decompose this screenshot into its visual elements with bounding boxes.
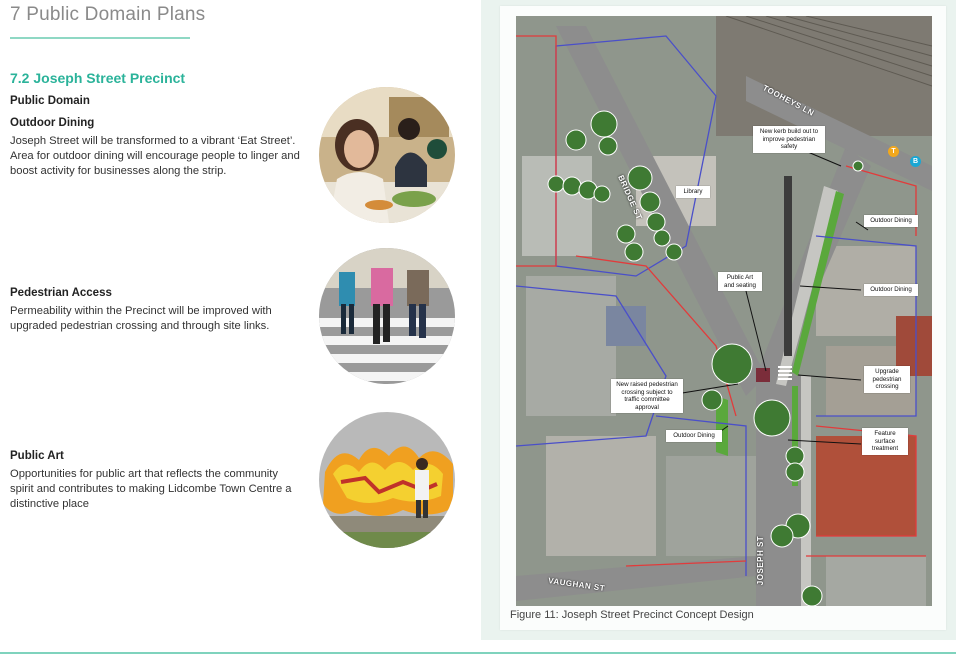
callout-outdoor-dining-3: Outdoor Dining	[666, 430, 722, 442]
chapter-title: 7 Public Domain Plans	[10, 4, 206, 25]
public-art-text: Opportunities for public art that reflec…	[10, 468, 292, 510]
concept-design-map	[516, 16, 932, 606]
public-art-heading: Public Art	[10, 450, 64, 462]
pedestrian-access-heading: Pedestrian Access	[10, 287, 112, 299]
callout-kerb-build-out: New kerb build out to improve pedestrian…	[753, 126, 825, 153]
chapter-divider	[10, 37, 190, 39]
pedestrian-access-text: Permeability within the Precinct will be…	[10, 305, 272, 332]
callout-feature-surface: Feature surface treatment	[862, 428, 908, 455]
outdoor-dining-heading: Outdoor Dining	[10, 117, 95, 129]
callout-public-art-seating: Public Art and seating	[718, 272, 762, 291]
outdoor-dining-photo	[319, 87, 455, 223]
callout-outdoor-dining-1: Outdoor Dining	[864, 215, 918, 227]
callout-outdoor-dining-2: Outdoor Dining	[864, 284, 918, 296]
train-station-icon: T	[888, 146, 899, 157]
bus-stop-icon: B	[910, 156, 921, 167]
figure-caption: Figure 11: Joseph Street Precinct Concep…	[510, 609, 754, 621]
section-title: 7.2 Joseph Street Precinct	[10, 70, 186, 86]
callout-raised-crossing: New raised pedestrian crossing subject t…	[611, 379, 683, 413]
street-label-joseph: JOSEPH ST	[756, 535, 766, 586]
callout-library: Library	[676, 186, 710, 198]
page-bottom-divider	[0, 652, 956, 654]
public-art-photo	[319, 412, 455, 548]
section-subtitle: Public Domain	[10, 95, 90, 107]
outdoor-dining-text: Joseph Street will be transformed to a v…	[10, 135, 300, 177]
callout-upgrade-crossing: Upgrade pedestrian crossing	[864, 366, 910, 393]
pedestrian-crossing-photo	[319, 248, 455, 384]
